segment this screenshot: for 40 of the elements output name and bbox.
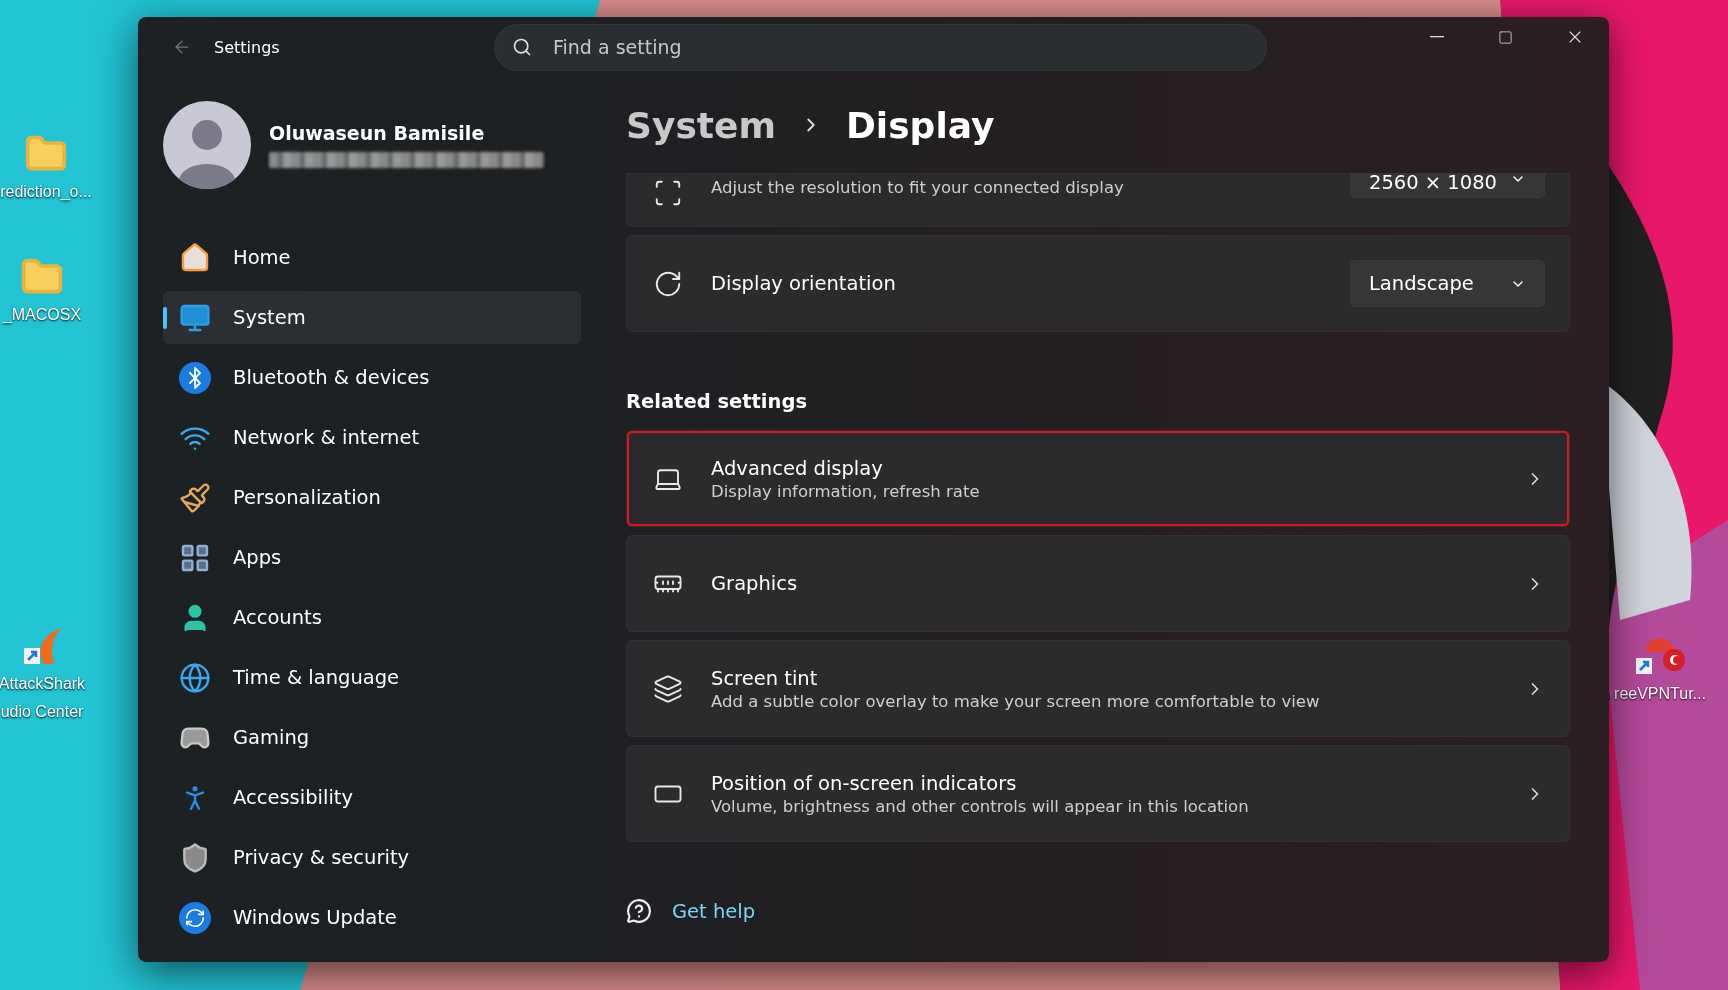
desktop-icon-label[interactable]: reeVPNTur... — [1614, 682, 1706, 706]
help-icon — [626, 898, 652, 924]
breadcrumb-item[interactable]: System — [626, 104, 776, 146]
nav-item[interactable]: Privacy & security — [163, 831, 581, 884]
nav-item[interactable]: Gaming — [163, 711, 581, 764]
nav-item[interactable]: Home — [163, 231, 581, 284]
layers-icon — [653, 673, 683, 704]
globe-icon — [179, 661, 211, 694]
settings-link-card[interactable]: Position of on-screen indicators Volume, brightness and other controls will appear in this location — [626, 745, 1570, 842]
section-heading: Related settings — [626, 390, 808, 413]
nav-item[interactable]: Apps — [163, 531, 581, 584]
paintbrush-icon — [179, 481, 211, 514]
window-title: Settings — [214, 37, 281, 57]
house-icon — [179, 241, 211, 274]
search-icon — [512, 36, 532, 57]
nav-item[interactable]: Network & internet — [163, 411, 581, 464]
maximize-icon — [1498, 29, 1513, 45]
profile-name: Oluwaseun Bamisile — [269, 122, 486, 144]
setting-title: Display orientation — [711, 272, 897, 295]
nav-item[interactable]: System — [163, 291, 581, 344]
nav-item[interactable]: Time & language — [163, 651, 581, 704]
search-field[interactable]: Find a setting — [494, 23, 1267, 71]
minimize-icon — [1429, 36, 1444, 38]
dropdown[interactable]: Landscape — [1350, 260, 1545, 307]
get-help-link[interactable]: Get help — [672, 899, 756, 923]
bluetooth-icon — [179, 361, 211, 394]
setting-description: Adjust the resolution to fit your connected display — [711, 178, 1125, 197]
refresh-icon — [179, 901, 211, 934]
nav-item[interactable]: Accounts — [163, 591, 581, 644]
resolution-icon — [653, 178, 683, 208]
settings-link-card[interactable]: Graphics — [626, 535, 1570, 632]
avatar[interactable] — [163, 101, 251, 189]
settings-link-card[interactable]: Advanced display Display information, refresh rate — [626, 430, 1570, 527]
nav-item[interactable]: Windows Update — [163, 891, 581, 944]
breadcrumb-item: Display — [845, 104, 995, 146]
dropdown[interactable]: 2560 × 1080 — [1350, 173, 1545, 198]
nav-item[interactable]: Bluetooth & devices — [163, 351, 581, 404]
nav-item[interactable]: Accessibility — [163, 771, 581, 824]
settings-link-card[interactable]: Screen tint Add a subtle color overlay to make your screen more comfortable to view — [626, 640, 1570, 737]
nav-item[interactable]: Personalization — [163, 471, 581, 524]
